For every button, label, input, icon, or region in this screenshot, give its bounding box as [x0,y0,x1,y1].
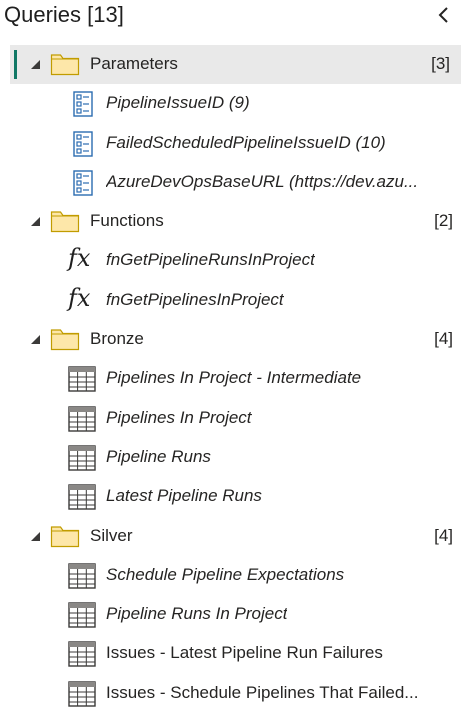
function-icon: fx [68,244,91,273]
group-label: Silver [90,525,133,545]
query-item-label: Pipeline Runs [106,446,211,466]
parameter-icon [73,91,93,117]
query-item-label: Pipelines In Project - Intermediate [106,368,362,388]
group-silver[interactable]: Silver [4] [0,517,474,556]
table-icon [68,445,96,471]
group-label: Functions [90,211,164,231]
group-parameters[interactable]: Parameters [3] [10,45,461,85]
table-icon [68,405,96,432]
expand-caret-icon[interactable] [31,335,40,345]
collapse-pane-button[interactable] [432,2,456,28]
group-bronze[interactable]: Bronze [4] [0,320,474,359]
queries-title: Queries [13] [4,2,124,27]
expand-caret-icon[interactable] [31,60,40,69]
function-icon: fx [68,283,91,312]
query-item[interactable]: AzureDevOpsBaseURL (https://dev.azu... [0,163,474,202]
parameter-icon [73,130,93,157]
query-item-label: Issues - Latest Pipeline Run Failures [106,643,383,663]
expand-caret-icon[interactable] [31,531,40,541]
table-icon [68,366,96,393]
query-item[interactable]: Schedule Pipeline Expectations [0,556,474,595]
query-item[interactable]: fx fnGetPipelinesInProject [0,281,474,320]
query-item[interactable]: FailedScheduledPipelineIssueID (10) [0,124,474,163]
query-item[interactable]: PipelineIssueID (9) [0,84,474,123]
table-icon [68,563,96,589]
table-icon [68,641,96,668]
group-label: Bronze [90,329,144,349]
query-item[interactable]: Pipeline Runs In Project [0,595,474,634]
group-count: [4] [434,525,453,545]
group-label: Parameters [90,54,178,73]
query-item-label: FailedScheduledPipelineIssueID (10) [106,132,386,152]
query-item-label: Schedule Pipeline Expectations [106,564,345,584]
query-item[interactable]: Issues - Schedule Pipelines That Failed.… [0,674,474,713]
query-item-label: fnGetPipelinesInProject [106,289,284,309]
query-item-label: Issues - Schedule Pipelines That Failed.… [106,682,419,702]
chevron-left-icon [438,7,448,23]
query-item[interactable]: Issues - Latest Pipeline Run Failures [0,634,474,673]
query-item-label: fnGetPipelineRunsInProject [106,250,315,270]
table-icon [68,681,96,707]
table-icon [68,484,96,510]
query-item-label: Latest Pipeline Runs [106,486,262,506]
selection-indicator [14,50,17,79]
query-item[interactable]: Latest Pipeline Runs [0,477,474,516]
query-item[interactable]: Pipelines In Project - Intermediate [0,359,474,398]
query-item[interactable]: Pipelines In Project [0,399,474,438]
query-item[interactable]: fx fnGetPipelineRunsInProject [0,241,474,280]
folder-icon [50,52,80,76]
query-item-label: Pipeline Runs In Project [106,604,288,624]
folder-icon [50,209,80,233]
query-item[interactable]: Pipeline Runs [0,438,474,477]
folder-icon [50,524,80,548]
table-icon [68,602,96,628]
query-item-label: PipelineIssueID (9) [106,93,250,113]
query-item-label: Pipelines In Project [106,407,252,427]
expand-caret-icon[interactable] [31,217,40,227]
group-count: [3] [431,54,450,73]
group-functions[interactable]: Functions [2] [0,202,474,241]
queries-tree: Parameters [3] PipelineIssueID (9) FailedSc… [0,45,474,713]
queries-header: Queries [13] [0,0,474,36]
parameter-icon [73,170,93,196]
group-count: [2] [434,211,453,231]
queries-pane: Queries [13] Parameters [3] PipelineIssueI… [0,0,474,721]
query-item-label: AzureDevOpsBaseURL (https://dev.azu... [106,171,419,191]
folder-icon [50,327,80,351]
group-count: [4] [434,329,453,349]
